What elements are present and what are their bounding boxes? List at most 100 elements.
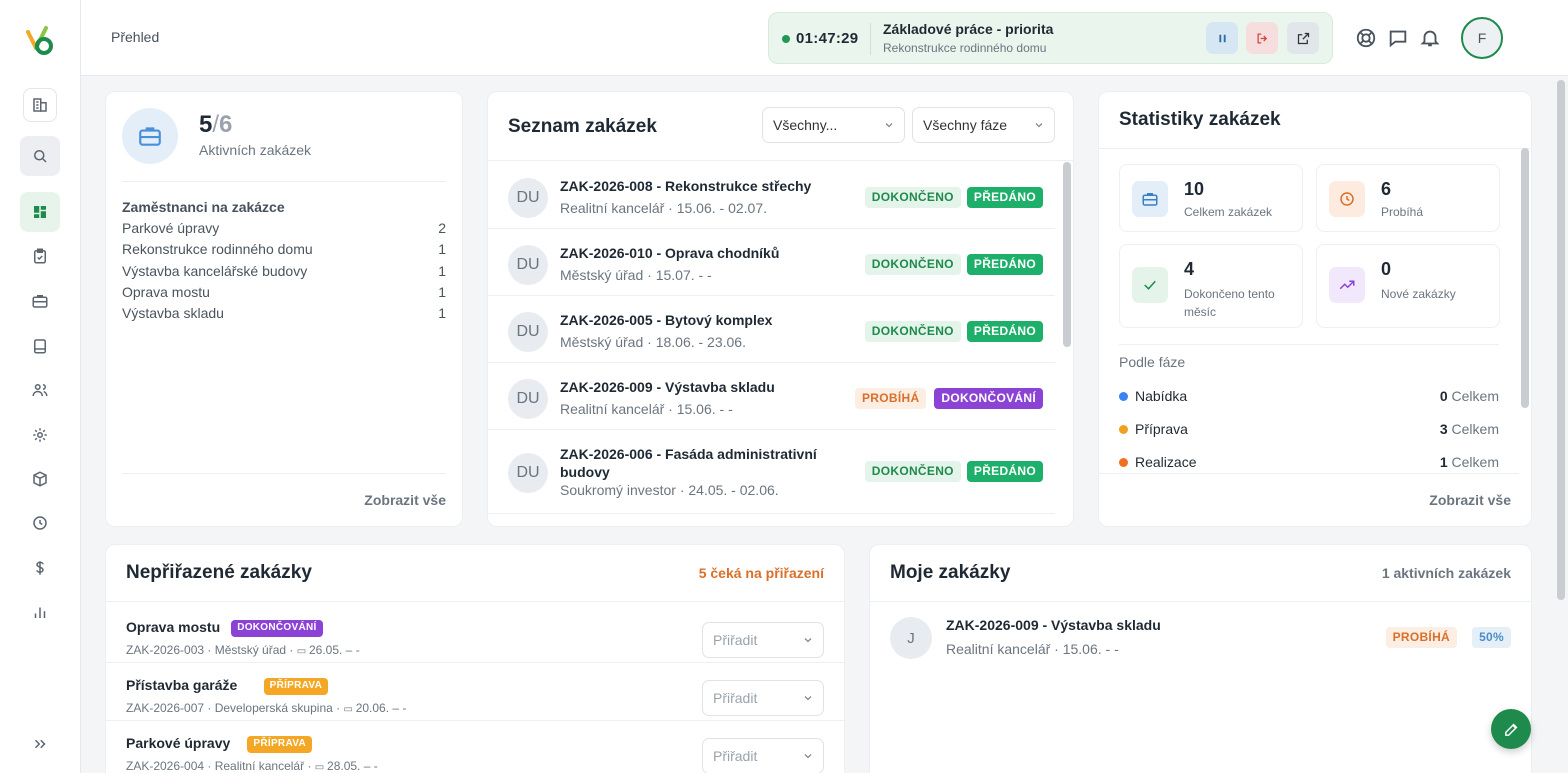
job-subtitle: Realitní kancelář · 15.06. - - [560, 401, 733, 417]
avatar: J [890, 617, 932, 659]
job-row[interactable]: DU ZAK-2026-010 - Oprava chodníků Městský … [488, 229, 1055, 296]
phase-row: Nabídka 0 Celkem [1119, 388, 1499, 404]
active-label: Aktivních zakázek [199, 142, 312, 158]
stat-value: 4 [1184, 259, 1195, 279]
job-list-title: Seznam zakázek [508, 116, 657, 137]
users-icon[interactable] [20, 370, 60, 410]
pause-timer-button[interactable] [1206, 22, 1238, 54]
assign-select[interactable]: Přiřadit [702, 680, 824, 716]
client-name: Realitní kancelář [214, 759, 305, 773]
bell-icon[interactable] [1419, 27, 1441, 49]
job-code: ZAK-2026-007 [126, 701, 205, 715]
chevron-down-icon [804, 696, 812, 701]
status-badge: DOKONČENO [864, 254, 961, 275]
clock-icon [1329, 181, 1365, 217]
stats-scrollbar[interactable] [1521, 148, 1529, 408]
phase-count: 1 [1439, 454, 1448, 470]
phase-value: 0 Celkem [1440, 388, 1499, 404]
phase-count: 3 [1439, 421, 1448, 437]
phase-badge: PŘEDÁNO [966, 321, 1043, 342]
assign-select[interactable]: Přiřadit [702, 622, 824, 658]
status-badge: DOKONČENO [864, 461, 961, 482]
stats-title: Statistiky zakázek [1119, 109, 1281, 130]
open-external-button[interactable] [1287, 22, 1319, 54]
my-job-item[interactable]: J ZAK-2026-009 - Výstavba skladu Realitn… [870, 603, 1531, 677]
client-name: Městský úřad [214, 643, 287, 657]
unassigned-meta: ZAK-2026-007 · Developerská skupina · ▭ … [126, 701, 407, 715]
show-all-link[interactable]: Zobrazit vše [1429, 492, 1511, 508]
employee-count: 1 [438, 241, 446, 258]
active-count: 5/6 [199, 111, 232, 139]
avatar: DU [508, 178, 548, 218]
chevron-down-icon [1035, 123, 1043, 128]
buildings-icon[interactable] [23, 88, 57, 122]
waiting-count: 5 čeká na přiřazení [698, 565, 824, 581]
assign-placeholder: Přiřadit [713, 748, 758, 764]
phase-name: Realizace [1135, 454, 1197, 470]
job-row[interactable]: DU ZAK-2026-006 - Fasáda administrativní … [488, 430, 1055, 514]
dollar-icon[interactable] [20, 548, 60, 588]
employee-row: Rekonstrukce rodinného domu 1 [122, 241, 446, 257]
pencil-icon [1504, 723, 1517, 736]
edit-fab-button[interactable] [1491, 709, 1531, 749]
job-code: ZAK-2026-004 [126, 759, 205, 773]
job-row[interactable]: DU ZAK-2026-009 - Výstavba skladu Realitní… [488, 363, 1055, 430]
stat-value: 10 [1184, 179, 1205, 199]
chat-icon[interactable] [1387, 27, 1409, 49]
expand-sidebar-icon[interactable] [20, 724, 60, 764]
app-logo[interactable] [24, 22, 56, 58]
phase-badge: PŘEDÁNO [966, 461, 1043, 482]
employee-job-name: Rekonstrukce rodinného domu [122, 241, 313, 258]
status-badge: DOKONČENO [864, 187, 961, 208]
package-icon[interactable] [20, 459, 60, 499]
clipboard-check-icon[interactable] [20, 236, 60, 276]
phase-filter-select[interactable]: Všechny fáze [912, 107, 1055, 143]
job-code: ZAK-2026-003 [126, 643, 205, 657]
job-date: 26.05. – - [308, 643, 360, 657]
employees-title: Zaměstnanci na zakázce [122, 199, 285, 215]
assign-select[interactable]: Přiřadit [702, 738, 824, 773]
divider [870, 601, 1531, 602]
book-icon[interactable] [20, 326, 60, 366]
phase-name: Příprava [1135, 421, 1188, 437]
top-header: Přehled 01:47:29 Základové práce - prior… [81, 0, 1568, 76]
stat-new: 0 Nové zakázky [1316, 244, 1500, 328]
job-row[interactable]: DU ZAK-2026-005 - Bytový komplex Městský ú… [488, 296, 1055, 363]
unassigned-meta: ZAK-2026-004 · Realitní kancelář · ▭ 28.… [126, 759, 378, 773]
my-jobs-card: Moje zakázky 1 aktivních zakázek J ZAK-2… [869, 544, 1532, 773]
assign-placeholder: Přiřadit [713, 690, 758, 706]
search-icon[interactable] [20, 136, 60, 176]
job-list-scrollbar[interactable] [1063, 162, 1071, 347]
job-title: ZAK-2026-005 - Bytový komplex [560, 312, 773, 328]
briefcase-icon[interactable] [20, 281, 60, 321]
job-title: ZAK-2026-010 - Oprava chodníků [560, 245, 780, 261]
help-icon[interactable] [1355, 27, 1377, 49]
phase-filter-value: Všechny fáze [923, 117, 1008, 133]
dashboard-icon[interactable] [20, 192, 60, 232]
employee-row: Výstavba skladu 1 [122, 305, 446, 321]
pause-icon [1218, 34, 1226, 42]
page-scrollbar[interactable] [1557, 80, 1565, 600]
status-badge: PROBÍHÁ [1385, 627, 1457, 648]
gear-icon[interactable] [20, 415, 60, 455]
job-subtitle: Městský úřad · 18.06. - 23.06. [560, 334, 746, 350]
bar-chart-icon[interactable] [20, 592, 60, 632]
stop-timer-button[interactable] [1246, 22, 1278, 54]
assign-placeholder: Přiřadit [713, 632, 758, 648]
employee-count: 1 [438, 283, 446, 300]
user-avatar[interactable]: F [1461, 17, 1503, 59]
job-row[interactable]: DU ZAK-2026-008 - Rekonstrukce střechy Rea… [488, 162, 1055, 229]
show-all-link[interactable]: Zobrazit vše [364, 492, 446, 508]
external-link-icon [1297, 32, 1309, 44]
phase-value: 3 Celkem [1440, 421, 1499, 437]
unassigned-row: Parkové úpravy PŘÍPRAVA ZAK-2026-004 · Rea… [106, 721, 844, 773]
phase-unit: Celkem [1451, 421, 1499, 437]
employee-job-name: Oprava mostu [122, 283, 210, 300]
phase-badge: DOKONČOVÁNÍ [934, 388, 1043, 409]
divider [122, 181, 446, 182]
chevron-down-icon [804, 638, 812, 643]
clock-icon[interactable] [20, 503, 60, 543]
status-filter-select[interactable]: Všechny... [762, 107, 905, 143]
job-subtitle: Městský úřad · 15.07. - - [560, 267, 712, 283]
unassigned-row: Oprava mostu DOKONČOVÁNÍ ZAK-2026-003 · Mě… [106, 605, 844, 663]
